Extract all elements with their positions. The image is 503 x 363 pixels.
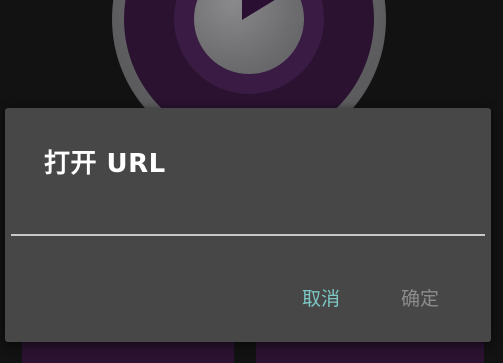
- play-icon: [242, 0, 278, 20]
- artwork-inner: [174, 0, 324, 94]
- ok-button[interactable]: 确定: [395, 280, 445, 315]
- open-url-dialog: 打开 URL 取消 确定: [5, 108, 491, 342]
- dialog-title: 打开 URL: [44, 149, 166, 179]
- cancel-button[interactable]: 取消: [296, 280, 346, 315]
- play-button[interactable]: [194, 0, 304, 74]
- url-input[interactable]: [11, 200, 485, 236]
